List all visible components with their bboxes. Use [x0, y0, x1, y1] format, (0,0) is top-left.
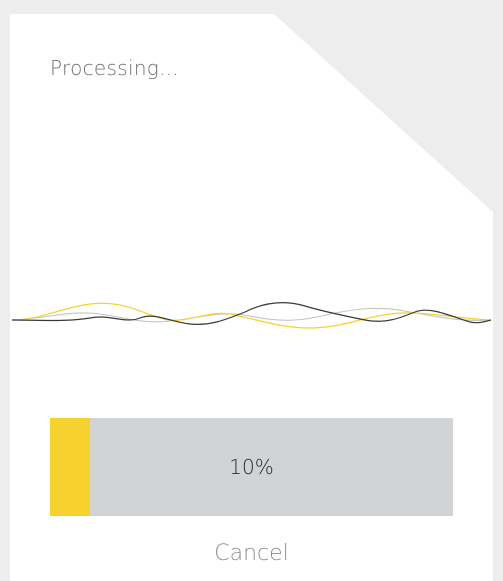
dialog-title: Processing...	[50, 56, 180, 80]
waveform-animation	[11, 302, 492, 329]
waveform-line-yellow	[11, 302, 492, 329]
processing-dialog: Processing... 10% Cancel	[10, 14, 493, 581]
progress-bar: 10%	[50, 418, 453, 516]
progress-label: 10%	[229, 455, 274, 479]
cancel-button[interactable]: Cancel	[10, 541, 493, 566]
